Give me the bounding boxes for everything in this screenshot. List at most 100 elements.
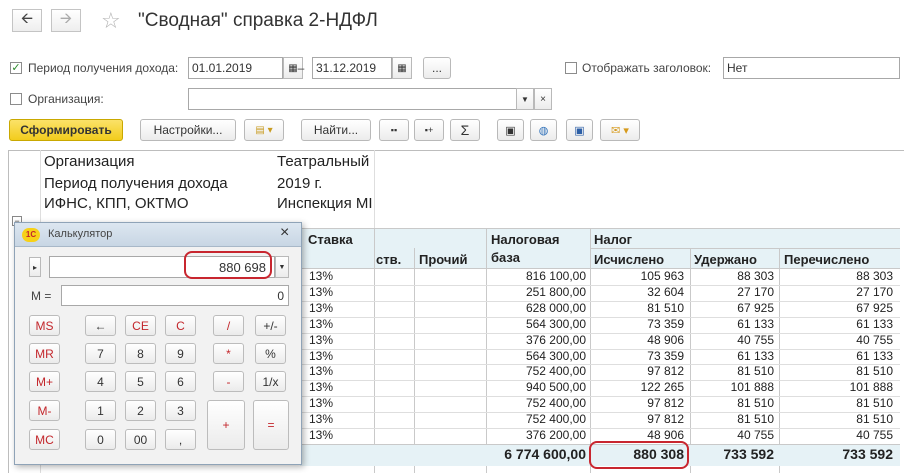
cell-rate: 13%	[309, 285, 334, 299]
cell-base: 752 400,00	[525, 364, 586, 378]
calculator-titlebar[interactable]: 1С Калькулятор ×	[15, 223, 301, 247]
digit-1-button[interactable]: 1	[85, 400, 116, 421]
header-partial: ств.	[376, 252, 402, 267]
send-email-button[interactable]: ✉ ▾	[600, 119, 640, 141]
equals-button[interactable]: =	[253, 400, 289, 450]
cell-calculated: 73 359	[647, 317, 684, 331]
digit-4-button[interactable]: 4	[85, 371, 116, 392]
cell-transferred: 61 133	[856, 349, 893, 363]
plus-minus-button[interactable]: +/-	[255, 315, 286, 336]
envelope-icon: ✉ ▾	[611, 124, 629, 137]
multiply-button[interactable]: *	[213, 343, 244, 364]
calculator-display-dropdown[interactable]: ▼	[275, 256, 289, 278]
cell-transferred: 101 888	[849, 380, 893, 394]
printer-icon: ▣	[505, 124, 516, 137]
cell-rate: 13%	[309, 301, 334, 315]
header-calculated: Исчислено	[594, 252, 665, 267]
find-button[interactable]: Найти...	[301, 119, 371, 141]
show-header-checkbox[interactable]	[565, 62, 577, 74]
memory-clear-button[interactable]: MC	[29, 429, 60, 450]
clear-entry-button[interactable]: CE	[125, 315, 156, 336]
organization-dropdown-button[interactable]: ▼	[516, 88, 534, 110]
plus-button[interactable]: +	[207, 400, 245, 450]
cell-calculated: 73 359	[647, 349, 684, 363]
forward-button[interactable]: 🡪	[51, 9, 81, 32]
expand-groups-icon: ▪+	[424, 125, 434, 135]
digit-2-button[interactable]: 2	[125, 400, 156, 421]
report-info-label: ИФНС, КПП, ОКТМО	[44, 195, 189, 212]
memory-subtract-button[interactable]: M-	[29, 400, 60, 421]
cell-calculated: 48 906	[647, 333, 684, 347]
calendar-to-button[interactable]: ▦	[392, 57, 412, 79]
report-info-value: 2019 г.	[277, 175, 323, 192]
cell-transferred: 81 510	[856, 396, 893, 410]
cell-calculated: 81 510	[647, 301, 684, 315]
divide-button[interactable]: /	[213, 315, 244, 336]
digit-3-button[interactable]: 3	[165, 400, 196, 421]
memory-label: M =	[31, 289, 52, 303]
preview-button[interactable]: ◍	[530, 119, 557, 141]
memory-save-button[interactable]: MS	[29, 315, 60, 336]
clear-button[interactable]: C	[165, 315, 196, 336]
digit-6-button[interactable]: 6	[165, 371, 196, 392]
settings-button[interactable]: Настройки...	[140, 119, 236, 141]
cell-transferred: 88 303	[856, 269, 893, 283]
minus-button[interactable]: -	[213, 371, 244, 392]
variants-button[interactable]: ▤ ▾	[244, 119, 284, 141]
print-button[interactable]: ▣	[497, 119, 524, 141]
digit-9-button[interactable]: 9	[165, 343, 196, 364]
period-checkbox[interactable]: ✓	[10, 62, 22, 74]
header-withheld: Удержано	[694, 252, 757, 267]
back-button[interactable]: 🡨	[12, 9, 42, 32]
close-icon[interactable]: ×	[280, 224, 289, 242]
cell-rate: 13%	[309, 333, 334, 347]
calculator-menu-button[interactable]: ▸	[29, 257, 41, 277]
sum-button[interactable]: Σ	[450, 119, 480, 141]
cell-transferred: 40 755	[856, 428, 893, 442]
cell-withheld: 61 133	[737, 349, 774, 363]
cell-rate: 13%	[309, 269, 334, 283]
digit-5-button[interactable]: 5	[125, 371, 156, 392]
calculator-window[interactable]: 1С Калькулятор × ▸ 880 698 ▼ M = 0 MS ← …	[14, 222, 302, 465]
header-base-line2: база	[491, 250, 520, 265]
save-button[interactable]: ▣	[566, 119, 593, 141]
decimal-button[interactable]: ,	[165, 429, 196, 450]
cell-base: 752 400,00	[525, 412, 586, 426]
group-expand-button[interactable]: ▪+	[414, 119, 444, 141]
show-header-field[interactable]: Нет	[723, 57, 900, 79]
cell-rate: 13%	[309, 412, 334, 426]
group-collapse-button[interactable]: ▪▪	[379, 119, 409, 141]
cell-transferred: 81 510	[856, 412, 893, 426]
cell-withheld: 27 170	[737, 285, 774, 299]
backspace-button[interactable]: ←	[85, 315, 116, 336]
cell-rate: 13%	[309, 396, 334, 410]
organization-checkbox[interactable]	[10, 93, 22, 105]
favorite-star-icon[interactable]: ☆	[101, 8, 121, 34]
header-transferred: Перечислено	[784, 252, 870, 267]
total-base: 6 774 600,00	[504, 446, 586, 462]
arrow-left-icon: 🡨	[20, 10, 34, 27]
header-rate: Ставка	[308, 232, 353, 247]
memory-add-button[interactable]: M+	[29, 371, 60, 392]
organization-field[interactable]	[188, 88, 518, 110]
period-from-field[interactable]: 01.01.2019	[188, 57, 283, 79]
percent-button[interactable]: %	[255, 343, 286, 364]
organization-clear-button[interactable]: ×	[534, 88, 552, 110]
cell-withheld: 40 755	[737, 428, 774, 442]
generate-button[interactable]: Сформировать	[9, 119, 123, 141]
cell-transferred: 67 925	[856, 301, 893, 315]
digit-7-button[interactable]: 7	[85, 343, 116, 364]
period-select-button[interactable]: ...	[423, 57, 451, 79]
digit-8-button[interactable]: 8	[125, 343, 156, 364]
page-title: "Сводная" справка 2-НДФЛ	[138, 10, 378, 31]
double-zero-button[interactable]: 00	[125, 429, 156, 450]
chevron-right-icon: ▸	[32, 262, 37, 272]
reciprocal-button[interactable]: 1/x	[255, 371, 286, 392]
digit-0-button[interactable]: 0	[85, 429, 116, 450]
period-dash: –	[297, 61, 305, 75]
close-icon: ×	[540, 93, 546, 105]
memory-recall-button[interactable]: MR	[29, 343, 60, 364]
floppy-disk-icon: ▣	[574, 124, 585, 137]
period-to-field[interactable]: 31.12.2019	[312, 57, 392, 79]
organization-label: Организация:	[28, 92, 104, 106]
